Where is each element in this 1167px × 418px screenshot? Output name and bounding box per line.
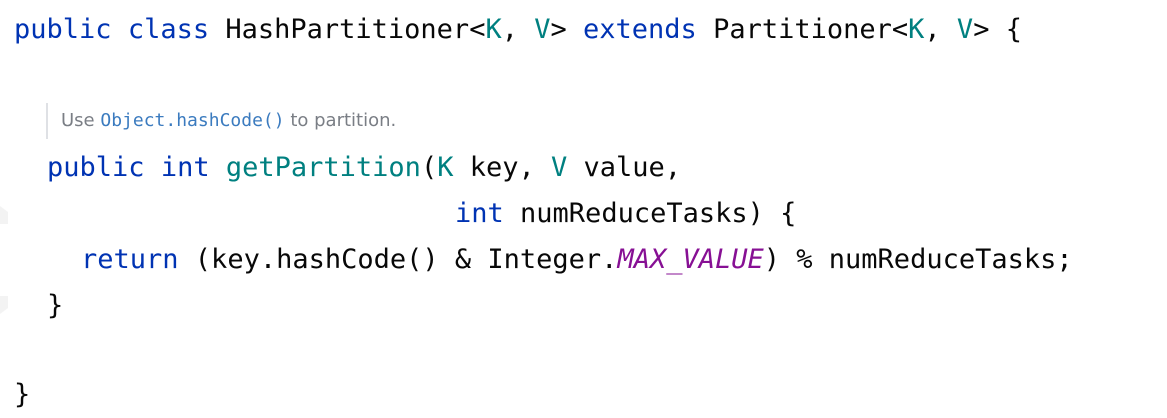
- type-param: V: [534, 14, 551, 45]
- keyword: class: [127, 14, 210, 45]
- code-line[interactable]: public int getPartition(K key, V value,: [47, 145, 681, 191]
- punct: ,: [501, 14, 535, 45]
- param: key,: [453, 152, 552, 183]
- punct: ,: [924, 14, 957, 45]
- keyword: extends: [583, 14, 697, 45]
- code-line[interactable]: }: [14, 372, 30, 418]
- punct: >: [550, 14, 584, 45]
- keyword: int: [455, 198, 504, 229]
- brace: }: [14, 379, 31, 410]
- keyword: public: [14, 14, 112, 45]
- param: value,: [567, 152, 682, 183]
- expression: (key.hashCode() & Integer.: [178, 244, 618, 275]
- doc-code-link[interactable]: Object.hashCode(): [100, 110, 284, 131]
- expression: ) % numReduceTasks;: [763, 244, 1073, 275]
- code-editor[interactable]: public class HashPartitioner<K, V> exten…: [0, 0, 1167, 414]
- doc-text: Use: [61, 110, 101, 131]
- parent-class: Partitioner<: [696, 14, 909, 45]
- code-line[interactable]: return (key.hashCode() & Integer.MAX_VAL…: [81, 237, 1073, 283]
- class-name: HashPartitioner<: [225, 14, 486, 45]
- doc-text: to partition.: [284, 110, 397, 131]
- type-param: V: [551, 152, 568, 183]
- type-param: V: [956, 14, 974, 45]
- fold-marker[interactable]: [0, 206, 8, 224]
- doc-comment: Use Object.hashCode() to partition.: [46, 103, 396, 139]
- keyword: return: [81, 244, 179, 275]
- keyword: public: [47, 152, 145, 183]
- code-line[interactable]: public class HashPartitioner<K, V> exten…: [14, 7, 1022, 53]
- constant: MAX_VALUE: [617, 244, 764, 275]
- type-param: K: [437, 152, 454, 183]
- type-param: K: [485, 14, 502, 45]
- punct: (: [420, 152, 438, 183]
- method-name: getPartition: [225, 152, 421, 183]
- punct: > {: [973, 14, 1022, 45]
- code-line[interactable]: }: [47, 283, 63, 329]
- code-line[interactable]: int numReduceTasks) {: [455, 191, 796, 237]
- type-param: K: [908, 14, 925, 45]
- fold-marker[interactable]: [0, 296, 8, 314]
- brace: }: [47, 290, 64, 321]
- param: numReduceTasks) {: [503, 198, 797, 229]
- keyword: int: [160, 152, 210, 183]
